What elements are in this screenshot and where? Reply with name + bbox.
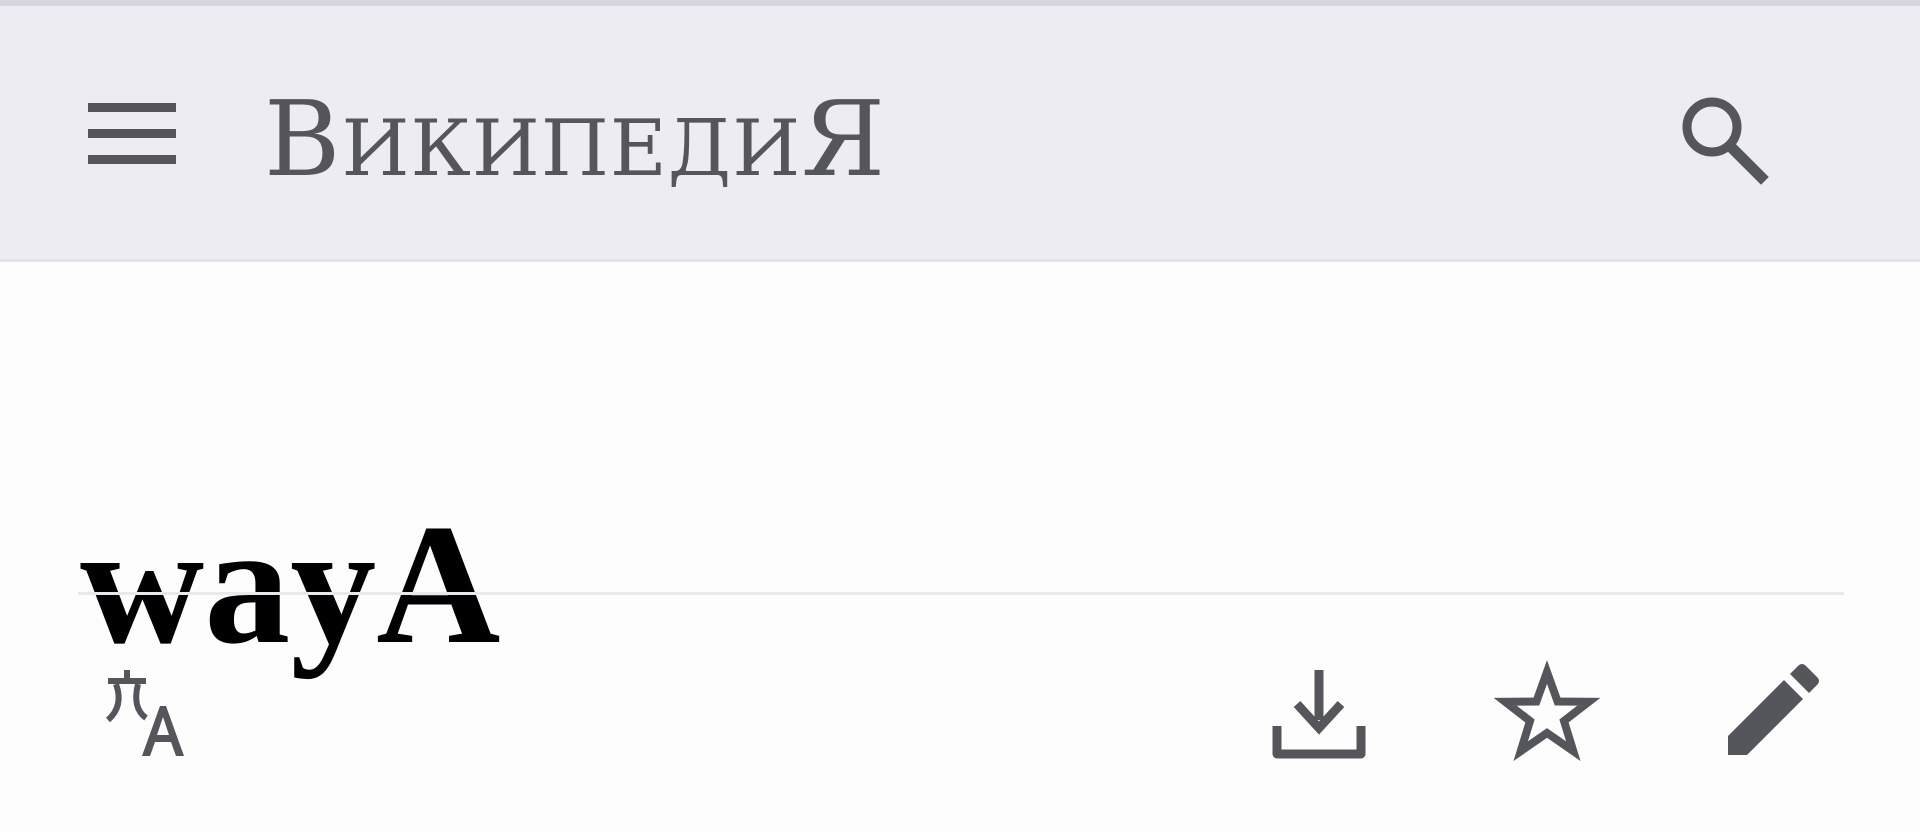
- download-icon: [1272, 670, 1366, 759]
- app-header: ВИКИПЕДИЯ: [0, 6, 1920, 262]
- logo-final: Я: [801, 78, 887, 200]
- article-title: wayA: [80, 490, 501, 681]
- logo-small-caps: ИКИПЕДИ: [341, 104, 802, 194]
- star-icon: [1493, 660, 1601, 762]
- edit-button[interactable]: [1718, 660, 1828, 770]
- pencil-icon: [1728, 664, 1819, 755]
- search-icon: [1682, 97, 1769, 185]
- title-divider: [78, 592, 1844, 595]
- language-button[interactable]: [94, 660, 204, 770]
- logo-initial: В: [264, 78, 342, 200]
- download-button[interactable]: [1264, 660, 1374, 770]
- translate-icon: [105, 670, 184, 756]
- main-menu-button[interactable]: [78, 89, 182, 193]
- search-button[interactable]: [1668, 86, 1778, 196]
- wikipedia-logo[interactable]: ВИКИПЕДИЯ: [264, 64, 886, 214]
- watch-star-button[interactable]: [1492, 660, 1602, 770]
